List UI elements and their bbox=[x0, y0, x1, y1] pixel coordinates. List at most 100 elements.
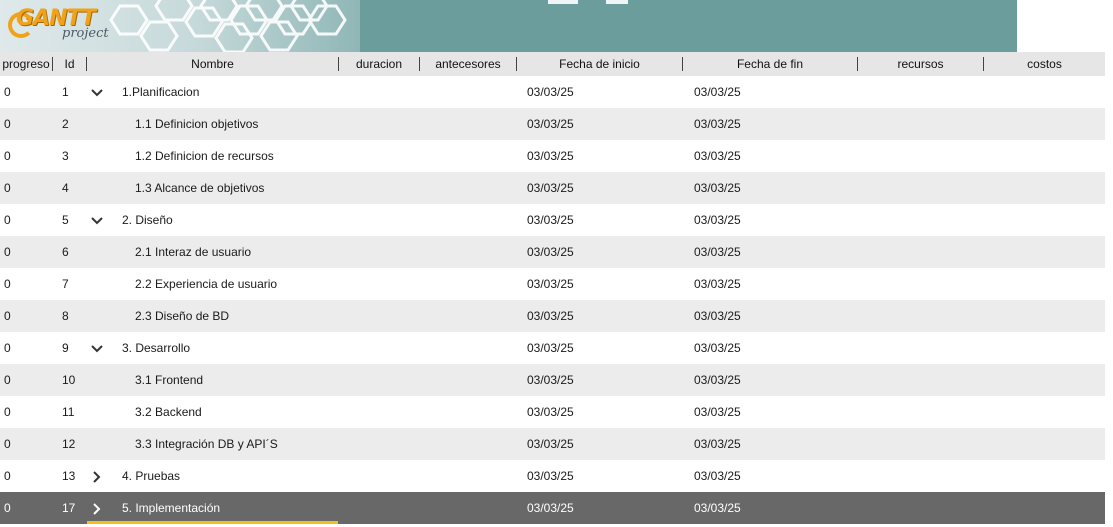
table-row[interactable]: 0 13 4. Pruebas 03/03/25 03/03/25 bbox=[0, 460, 1105, 492]
task-name[interactable]: 4. Pruebas bbox=[122, 460, 180, 492]
task-start-date[interactable]: 03/03/25 bbox=[527, 236, 574, 268]
col-header-progreso[interactable]: progreso bbox=[0, 52, 52, 76]
task-start-date[interactable]: 03/03/25 bbox=[527, 492, 574, 524]
task-progress[interactable]: 0 bbox=[4, 236, 11, 268]
task-name[interactable]: 3.1 Frontend bbox=[135, 364, 203, 396]
task-name[interactable]: 2.1 Interaz de usuario bbox=[135, 236, 251, 268]
task-id[interactable]: 8 bbox=[62, 300, 69, 332]
table-row[interactable]: 0 11 3.2 Backend 03/03/25 03/03/25 bbox=[0, 396, 1105, 428]
chevron-down-icon[interactable] bbox=[89, 204, 105, 236]
task-start-date[interactable]: 03/03/25 bbox=[527, 140, 574, 172]
task-id[interactable]: 4 bbox=[62, 172, 69, 204]
task-progress[interactable]: 0 bbox=[4, 300, 11, 332]
col-header-antecesores[interactable]: antecesores bbox=[420, 52, 516, 76]
task-progress[interactable]: 0 bbox=[4, 140, 11, 172]
logo-subtitle: project bbox=[62, 26, 109, 41]
task-id[interactable]: 13 bbox=[62, 460, 75, 492]
table-row[interactable]: 0 3 1.2 Definicion de recursos 03/03/25 03/0… bbox=[0, 140, 1105, 172]
task-end-date[interactable]: 03/03/25 bbox=[694, 428, 741, 460]
task-progress[interactable]: 0 bbox=[4, 396, 11, 428]
task-name[interactable]: 1.1 Definicion objetivos bbox=[135, 108, 258, 140]
task-name[interactable]: 2.2 Experiencia de usuario bbox=[135, 268, 277, 300]
task-end-date[interactable]: 03/03/25 bbox=[694, 492, 741, 524]
task-name[interactable]: 1.2 Definicion de recursos bbox=[135, 140, 274, 172]
task-id[interactable]: 1 bbox=[62, 76, 69, 108]
table-row[interactable]: 0 8 2.3 Diseño de BD 03/03/25 03/03/25 bbox=[0, 300, 1105, 332]
task-end-date[interactable]: 03/03/25 bbox=[694, 204, 741, 236]
task-start-date[interactable]: 03/03/25 bbox=[527, 108, 574, 140]
task-id[interactable]: 9 bbox=[62, 332, 69, 364]
task-progress[interactable]: 0 bbox=[4, 364, 11, 396]
task-id[interactable]: 2 bbox=[62, 108, 69, 140]
task-end-date[interactable]: 03/03/25 bbox=[694, 460, 741, 492]
task-start-date[interactable]: 03/03/25 bbox=[527, 76, 574, 108]
col-header-fecha-inicio[interactable]: Fecha de inicio bbox=[517, 52, 682, 76]
task-end-date[interactable]: 03/03/25 bbox=[694, 396, 741, 428]
task-progress[interactable]: 0 bbox=[4, 428, 11, 460]
table-row[interactable]: 0 1 1.Planificacion 03/03/25 03/03/25 bbox=[0, 76, 1105, 108]
task-name[interactable]: 1.Planificacion bbox=[122, 76, 199, 108]
task-start-date[interactable]: 03/03/25 bbox=[527, 396, 574, 428]
task-end-date[interactable]: 03/03/25 bbox=[694, 236, 741, 268]
task-name[interactable]: 3.3 Integración DB y API´S bbox=[135, 428, 278, 460]
task-start-date[interactable]: 03/03/25 bbox=[527, 460, 574, 492]
task-name[interactable]: 5. Implementación bbox=[122, 492, 220, 524]
task-start-date[interactable]: 03/03/25 bbox=[527, 268, 574, 300]
task-end-date[interactable]: 03/03/25 bbox=[694, 364, 741, 396]
col-header-fecha-fin[interactable]: Fecha de fin bbox=[683, 52, 857, 76]
table-row[interactable]: 0 2 1.1 Definicion objetivos 03/03/25 03/03/… bbox=[0, 108, 1105, 140]
task-progress[interactable]: 0 bbox=[4, 172, 11, 204]
task-end-date[interactable]: 03/03/25 bbox=[694, 108, 741, 140]
task-name[interactable]: 1.3 Alcance de objetivos bbox=[135, 172, 264, 204]
chevron-down-icon[interactable] bbox=[89, 76, 105, 108]
table-row[interactable]: 0 5 2. Diseño 03/03/25 03/03/25 bbox=[0, 204, 1105, 236]
task-name[interactable]: 3.2 Backend bbox=[135, 396, 202, 428]
table-row[interactable]: 0 7 2.2 Experiencia de usuario 03/03/25 03/0… bbox=[0, 268, 1105, 300]
chevron-right-icon[interactable] bbox=[89, 460, 105, 492]
task-progress[interactable]: 0 bbox=[4, 204, 11, 236]
task-id[interactable]: 12 bbox=[62, 428, 75, 460]
task-start-date[interactable]: 03/03/25 bbox=[527, 172, 574, 204]
task-end-date[interactable]: 03/03/25 bbox=[694, 140, 741, 172]
table-row[interactable]: 0 10 3.1 Frontend 03/03/25 03/03/25 bbox=[0, 364, 1105, 396]
col-header-id[interactable]: Id bbox=[53, 52, 86, 76]
table-row[interactable]: 0 12 3.3 Integración DB y API´S 03/03/25 03/… bbox=[0, 428, 1105, 460]
task-end-date[interactable]: 03/03/25 bbox=[694, 332, 741, 364]
chevron-right-icon[interactable] bbox=[89, 492, 105, 524]
task-id[interactable]: 11 bbox=[62, 396, 74, 428]
col-header-costos[interactable]: costos bbox=[984, 52, 1105, 76]
col-header-nombre[interactable]: Nombre bbox=[87, 52, 338, 76]
task-progress[interactable]: 0 bbox=[4, 76, 11, 108]
task-start-date[interactable]: 03/03/25 bbox=[527, 204, 574, 236]
col-header-duracion[interactable]: duracion bbox=[339, 52, 419, 76]
task-progress[interactable]: 0 bbox=[4, 268, 11, 300]
task-progress[interactable]: 0 bbox=[4, 460, 11, 492]
task-start-date[interactable]: 03/03/25 bbox=[527, 364, 574, 396]
chevron-down-icon[interactable] bbox=[89, 332, 105, 364]
col-header-recursos[interactable]: recursos bbox=[858, 52, 983, 76]
task-end-date[interactable]: 03/03/25 bbox=[694, 76, 741, 108]
table-header: progreso Id Nombre duracion antecesores … bbox=[0, 52, 1106, 77]
task-id[interactable]: 5 bbox=[62, 204, 69, 236]
task-name[interactable]: 2. Diseño bbox=[122, 204, 173, 236]
table-row[interactable]: 0 4 1.3 Alcance de objetivos 03/03/25 03/03/… bbox=[0, 172, 1105, 204]
task-start-date[interactable]: 03/03/25 bbox=[527, 332, 574, 364]
task-start-date[interactable]: 03/03/25 bbox=[527, 300, 574, 332]
task-progress[interactable]: 0 bbox=[4, 332, 11, 364]
task-id[interactable]: 10 bbox=[62, 364, 75, 396]
task-id[interactable]: 3 bbox=[62, 140, 69, 172]
table-row[interactable]: 0 9 3. Desarrollo 03/03/25 03/03/25 bbox=[0, 332, 1105, 364]
task-id[interactable]: 17 bbox=[62, 492, 75, 524]
task-end-date[interactable]: 03/03/25 bbox=[694, 300, 741, 332]
task-start-date[interactable]: 03/03/25 bbox=[527, 428, 574, 460]
task-name[interactable]: 3. Desarrollo bbox=[122, 332, 190, 364]
table-row[interactable]: 0 17 5. Implementación 03/03/25 03/03/25 bbox=[0, 492, 1105, 524]
table-row[interactable]: 0 6 2.1 Interaz de usuario 03/03/25 03/03/25 bbox=[0, 236, 1105, 268]
task-id[interactable]: 7 bbox=[62, 268, 69, 300]
task-progress[interactable]: 0 bbox=[4, 108, 11, 140]
task-name[interactable]: 2.3 Diseño de BD bbox=[135, 300, 229, 332]
task-progress[interactable]: 0 bbox=[4, 492, 11, 524]
task-end-date[interactable]: 03/03/25 bbox=[694, 268, 741, 300]
task-id[interactable]: 6 bbox=[62, 236, 69, 268]
task-end-date[interactable]: 03/03/25 bbox=[694, 172, 741, 204]
